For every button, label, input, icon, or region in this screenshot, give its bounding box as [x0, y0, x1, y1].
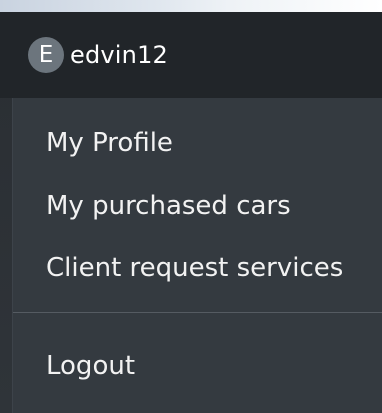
- username-toggle[interactable]: edvin12: [70, 41, 168, 69]
- menu-item-logout[interactable]: Logout: [46, 351, 135, 381]
- avatar-initial: E: [38, 42, 54, 68]
- user-dropdown-menu: My Profile My purchased cars Client requ…: [12, 98, 382, 413]
- background-strip: [0, 0, 382, 12]
- menu-item-client-request-services[interactable]: Client request services: [46, 253, 343, 283]
- menu-divider: [13, 312, 382, 313]
- user-avatar[interactable]: E: [28, 37, 64, 73]
- menu-item-my-purchased-cars[interactable]: My purchased cars: [46, 191, 291, 221]
- navbar: E edvin12: [0, 12, 382, 98]
- menu-item-my-profile[interactable]: My Profile: [46, 128, 173, 158]
